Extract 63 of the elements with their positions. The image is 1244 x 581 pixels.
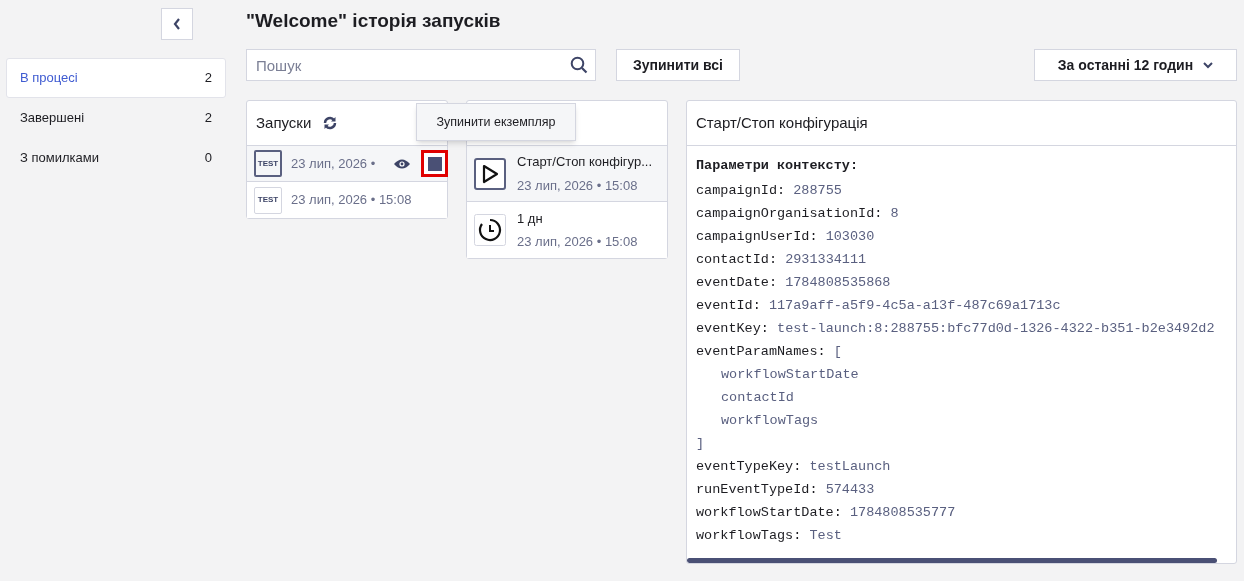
stop-icon xyxy=(427,156,442,171)
stop-all-button[interactable]: Зупинити всі xyxy=(616,49,740,81)
param-value: 574433 xyxy=(825,482,875,497)
search-field[interactable]: Пошук xyxy=(246,49,596,81)
run-date: 23 лип, 2026 • xyxy=(291,154,376,173)
param-value: 117a9aff-a5f9-4c5a-a13f-487c69a1713c xyxy=(768,298,1061,313)
item-count: 2 xyxy=(204,109,212,128)
param-key: runEventTypeId: xyxy=(696,482,818,497)
param-key: eventDate: xyxy=(696,275,777,290)
param-value: 2931334111 xyxy=(785,252,867,267)
param-key: campaignOrganisationId: xyxy=(696,206,883,221)
param-key: workflowTags: xyxy=(696,528,802,543)
period-dropdown[interactable]: За останні 12 годин xyxy=(1034,49,1237,81)
test-badge: TEST xyxy=(254,150,282,177)
item-count: 2 xyxy=(204,69,212,88)
param-key: eventTypeKey: xyxy=(696,459,802,474)
param-key: eventId: xyxy=(696,298,761,313)
step-date: 23 лип, 2026 • 15:08 xyxy=(517,233,638,251)
param-key: workflowStartDate: xyxy=(696,505,842,520)
param-key: campaignId: xyxy=(696,183,786,198)
param-value: contactId xyxy=(721,390,794,405)
param-value: 8 xyxy=(890,206,899,221)
param-value: 288755 xyxy=(793,183,842,198)
param-value: workflowStartDate xyxy=(721,367,859,382)
run-row[interactable]: TEST 23 лип, 2026 • xyxy=(247,146,447,182)
step-name: 1 дн xyxy=(517,209,544,228)
param-key: contactId: xyxy=(696,252,777,267)
caret-icon xyxy=(1203,61,1214,69)
play-icon xyxy=(474,157,506,190)
tooltip: Зупинити екземпляр xyxy=(416,103,576,141)
run-date: 23 лип, 2026 • 15:08 xyxy=(291,191,412,210)
param-value: workflowTags xyxy=(721,413,819,428)
step-row[interactable]: Старт/Стоп конфігур... 23 лип, 2026 • 15:08 xyxy=(467,146,667,202)
item-count: 0 xyxy=(204,149,212,168)
sidebar-item[interactable]: Завершені 2 xyxy=(6,98,226,138)
eye-icon[interactable] xyxy=(393,157,412,170)
param-value: 1784808535777 xyxy=(849,505,956,520)
sidebar-item[interactable]: В процесі 2 xyxy=(6,58,226,98)
context-heading: Параметри контексту: xyxy=(696,157,860,175)
param-value: 103030 xyxy=(825,229,875,244)
param-key: campaignUserId: xyxy=(696,229,818,244)
refresh-icon[interactable] xyxy=(323,116,338,130)
stop-button[interactable] xyxy=(421,150,449,177)
search-icon xyxy=(570,56,588,74)
step-name: Старт/Стоп конфігур... xyxy=(517,153,652,171)
param-value: [ xyxy=(833,344,842,359)
sidebar-item[interactable]: З помилками 0 xyxy=(6,138,226,178)
param-key: eventParamNames: xyxy=(696,344,826,359)
scrollbar[interactable] xyxy=(687,558,1217,563)
timer-icon xyxy=(474,214,506,246)
param-key: eventKey: xyxy=(696,321,769,336)
bracket: ] xyxy=(696,436,705,451)
panel-title: Старт/Стоп конфігурація xyxy=(696,112,868,133)
param-value: Test xyxy=(809,528,842,543)
param-value: test-launch:8:288755:bfc77d0d-1326-4322-b351-b2e3492d2 xyxy=(777,321,1215,336)
step-date: 23 лип, 2026 • 15:08 xyxy=(517,176,639,195)
page-title: "Welcome" історія запусків xyxy=(246,9,502,33)
test-badge: TEST xyxy=(254,186,282,214)
param-value: testLaunch xyxy=(809,459,891,474)
panel-title: Запуски xyxy=(256,112,312,133)
param-value: 1784808535868 xyxy=(785,275,891,290)
collapse-button[interactable] xyxy=(161,8,193,40)
chevron-left-icon xyxy=(173,18,181,30)
